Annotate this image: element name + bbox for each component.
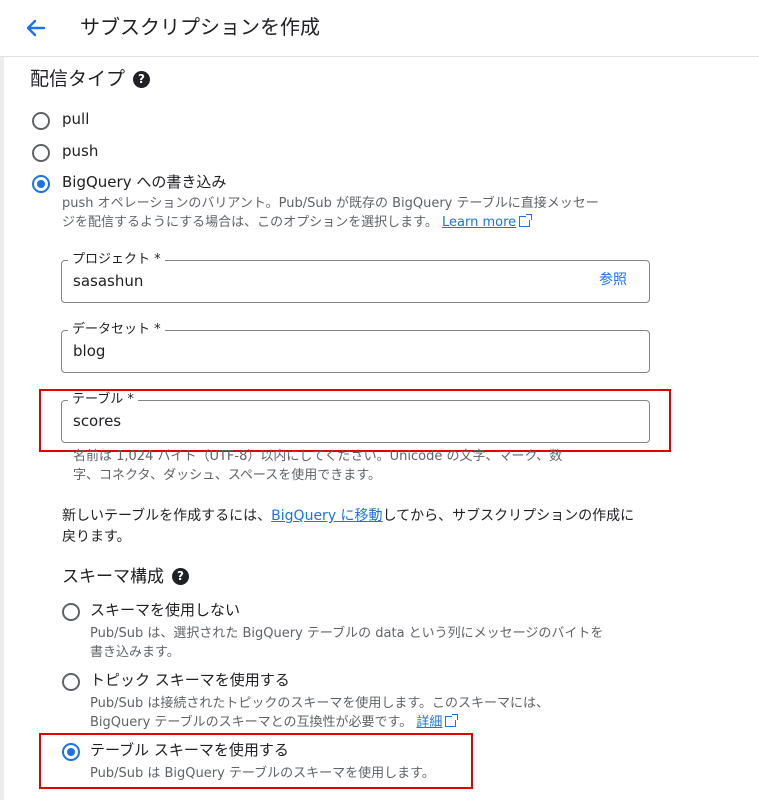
radio-push-label[interactable]: push (62, 141, 98, 161)
bigquery-description-line2: ジを配信するようにする場合は、このオプションを選択します。 Learn more (62, 213, 533, 232)
learn-more-link[interactable]: Learn more (442, 215, 516, 230)
no-schema-desc-line1: Pub/Sub は、選択された BigQuery テーブルの data という列… (90, 626, 604, 641)
topic-schema-desc-line2: BigQuery テーブルのスキーマとの互換性が必要です。 詳細 (90, 713, 459, 732)
help-icon[interactable]: ? (133, 71, 151, 88)
page-title: サブスクリプションを作成 (80, 15, 320, 39)
bigquery-description-text: ジを配信するようにする場合は、このオプションを選択します。 (62, 215, 438, 230)
radio-pull-label[interactable]: pull (62, 109, 89, 129)
radio-bigquery-label[interactable]: BigQuery への書き込み (62, 172, 226, 192)
topic-schema-desc-line1: Pub/Sub は接続されたトピックのスキーマを使用します。このスキーマには、 (90, 696, 550, 711)
no-schema-desc-line2: 書き込みます。 (90, 645, 180, 660)
radio-bigquery[interactable] (32, 175, 50, 193)
table-highlight-box (39, 389, 671, 452)
browse-project-button[interactable]: 参照 (599, 270, 627, 290)
new-table-note-line2: 戻ります。 (62, 529, 131, 545)
radio-pull[interactable] (32, 112, 50, 130)
schema-heading: スキーマ構成? (62, 564, 189, 590)
new-table-note: 新しいテーブルを作成するには、BigQuery に移動してから、サブスクリプショ… (62, 506, 634, 527)
delivery-type-heading: 配信タイプ? (30, 66, 151, 92)
radio-no-schema[interactable] (62, 603, 80, 621)
new-table-note-after: してから、サブスクリプションの作成に (382, 508, 635, 524)
radio-no-schema-label[interactable]: スキーマを使用しない (90, 600, 240, 620)
goto-bigquery-link[interactable]: BigQuery に移動 (271, 508, 382, 524)
table-schema-highlight-box (39, 733, 473, 789)
help-icon[interactable]: ? (172, 568, 189, 585)
new-table-note-before: 新しいテーブルを作成するには、 (62, 508, 272, 524)
schema-title: スキーマ構成 (62, 567, 164, 587)
back-arrow-icon[interactable] (22, 14, 50, 42)
bigquery-description-line1: push オペレーションのバリアント。Pub/Sub が既存の BigQuery… (62, 196, 599, 211)
table-hint-line2: 字、コネクタ、ダッシュ、スペースを使用できます。 (73, 468, 381, 483)
external-link-icon (519, 214, 533, 227)
radio-topic-schema[interactable] (62, 673, 80, 691)
details-link[interactable]: 詳細 (416, 715, 442, 730)
dataset-input[interactable] (73, 341, 553, 361)
project-input[interactable] (73, 271, 553, 291)
left-edge-divider (0, 57, 4, 800)
project-field-label: プロジェクト * (68, 252, 165, 268)
topic-schema-desc-text: BigQuery テーブルのスキーマとの互換性が必要です。 (90, 715, 413, 730)
radio-push[interactable] (32, 144, 50, 162)
dataset-field-label: データセット * (68, 322, 165, 338)
radio-topic-schema-label[interactable]: トピック スキーマを使用する (90, 670, 290, 690)
external-link-icon (445, 714, 459, 727)
table-hint-line1: 名前は 1,024 バイト（UTF-8）以内にしてください。Unicode の文… (73, 449, 563, 464)
delivery-type-title: 配信タイプ (30, 68, 126, 90)
